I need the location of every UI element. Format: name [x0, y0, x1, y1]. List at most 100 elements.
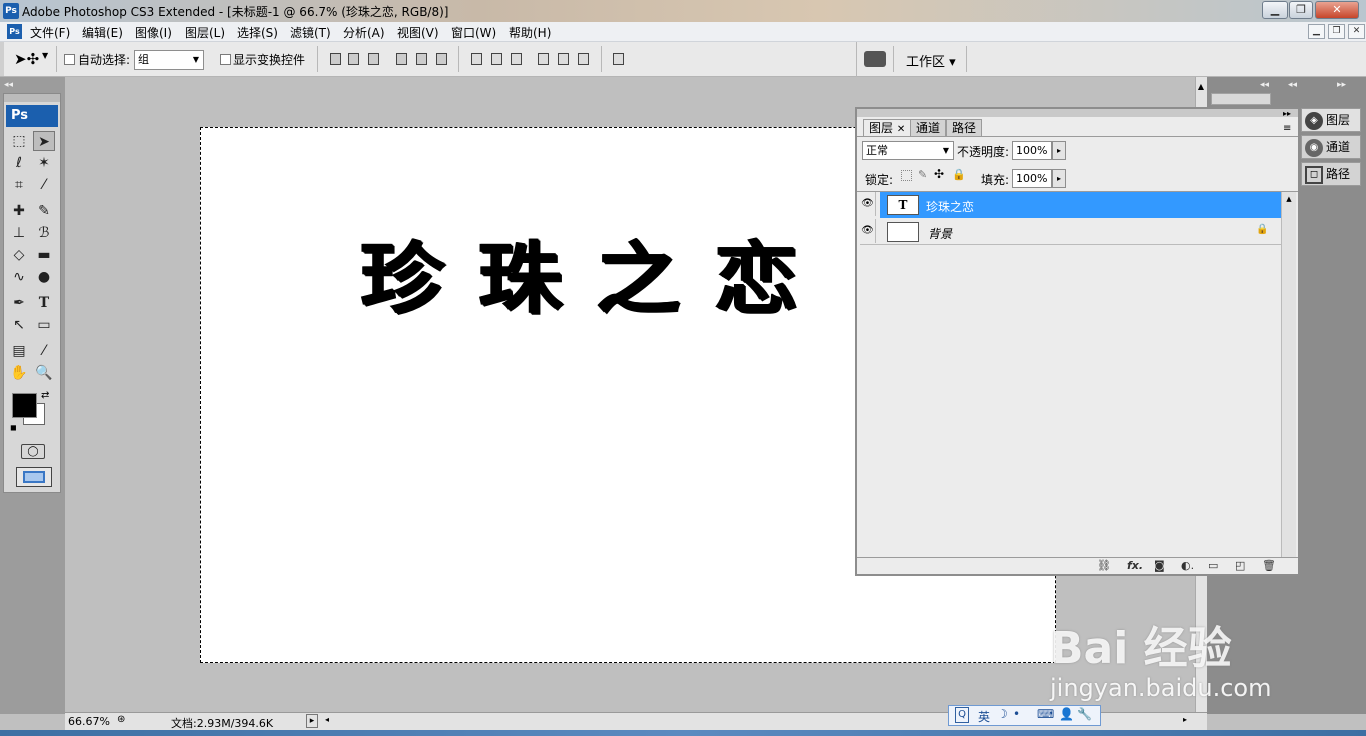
user-icon[interactable]: 👤: [1059, 707, 1074, 721]
doc-restore-button[interactable]: ❐: [1328, 24, 1345, 39]
foreground-color-swatch[interactable]: [12, 393, 37, 418]
collapse-arrows-icon[interactable]: ◂◂: [1260, 80, 1269, 90]
scroll-left-icon[interactable]: ◂: [325, 715, 329, 724]
type-tool-icon[interactable]: T: [33, 293, 55, 313]
keyboard-icon[interactable]: ⌨: [1037, 707, 1054, 721]
show-transform-checkbox[interactable]: [220, 54, 231, 65]
menu-layer[interactable]: 图层(L): [185, 24, 225, 41]
quick-mask-icon[interactable]: ◯: [21, 444, 45, 459]
collapse-arrows-icon[interactable]: ◂◂: [4, 80, 13, 90]
layer-name[interactable]: 珍珠之恋: [926, 198, 974, 215]
collapsed-panel-group[interactable]: [1211, 93, 1271, 105]
align-left-icon[interactable]: [396, 53, 407, 65]
panel-menu-icon[interactable]: ≡: [1283, 123, 1291, 134]
menu-file[interactable]: 文件(F): [30, 24, 70, 41]
close-button[interactable]: ✕: [1315, 1, 1359, 19]
new-group-icon[interactable]: ▭: [1208, 559, 1218, 572]
workspace-button[interactable]: 工作区 ▾: [906, 51, 956, 70]
hand-tool-icon[interactable]: ✋: [8, 363, 30, 383]
dock-paths-button[interactable]: ◻ 路径: [1301, 162, 1361, 186]
bridge-icon[interactable]: [864, 51, 886, 67]
menu-filter[interactable]: 滤镜(T): [290, 24, 331, 41]
align-vcenter-icon[interactable]: [348, 53, 359, 65]
distribute-right-icon[interactable]: [578, 53, 589, 65]
dodge-tool-icon[interactable]: ●: [33, 267, 55, 287]
menu-analysis[interactable]: 分析(A): [343, 24, 385, 41]
fill-input[interactable]: 100%: [1012, 169, 1052, 188]
menu-select[interactable]: 选择(S): [237, 24, 278, 41]
doc-close-button[interactable]: ✕: [1348, 24, 1365, 39]
zoom-level[interactable]: 66.67%: [68, 715, 110, 728]
lock-all-icon[interactable]: 🔒: [952, 168, 966, 181]
scroll-right-icon[interactable]: ▸: [1183, 715, 1187, 724]
panel-collapse-icon[interactable]: ▸▸: [1283, 109, 1291, 118]
layer-row-background[interactable]: 👁 背景 🔒: [860, 219, 1281, 245]
trash-icon[interactable]: 🗑: [1262, 559, 1276, 572]
history-brush-icon[interactable]: ℬ: [33, 223, 55, 243]
dock-channels-button[interactable]: ◉ 通道: [1301, 135, 1361, 159]
notes-tool-icon[interactable]: ▤: [8, 341, 30, 361]
distribute-bottom-icon[interactable]: [511, 53, 522, 65]
layer-name[interactable]: 背景: [928, 225, 952, 242]
align-bottom-icon[interactable]: [368, 53, 379, 65]
align-hcenter-icon[interactable]: [416, 53, 427, 65]
tab-layers[interactable]: 图层 ✕: [863, 119, 912, 137]
lock-transparent-icon[interactable]: [901, 170, 912, 181]
photoshop-logo[interactable]: Ps: [6, 105, 58, 127]
minimize-button[interactable]: ▁: [1262, 1, 1288, 19]
fill-slider-arrow-icon[interactable]: ▸: [1052, 169, 1066, 188]
document-icon[interactable]: Ps: [7, 24, 22, 39]
status-options-icon[interactable]: ⊛: [117, 714, 125, 725]
move-tool-preset-icon[interactable]: ➤✣: [14, 50, 39, 68]
auto-select-dropdown[interactable]: 组 ▼: [134, 50, 204, 70]
ime-logo-icon[interactable]: Q: [955, 707, 969, 723]
chevron-down-icon[interactable]: ▼: [42, 51, 48, 60]
zoom-tool-icon[interactable]: 🔍: [33, 363, 55, 383]
pen-tool-icon[interactable]: ✒: [8, 293, 30, 313]
opacity-input[interactable]: 100%: [1012, 141, 1052, 160]
fx-icon[interactable]: fx.: [1127, 559, 1143, 572]
expand-arrows-icon[interactable]: ▸▸: [1337, 80, 1346, 90]
menu-image[interactable]: 图像(I): [135, 24, 172, 41]
menu-edit[interactable]: 编辑(E): [82, 24, 123, 41]
shape-tool-icon[interactable]: ▭: [33, 315, 55, 335]
brush-tool-icon[interactable]: ✎: [33, 201, 55, 221]
maximize-button[interactable]: ❐: [1289, 1, 1313, 19]
clone-stamp-icon[interactable]: ⊥: [8, 223, 30, 243]
align-top-icon[interactable]: [330, 53, 341, 65]
doc-info[interactable]: 文档:2.93M/394.6K: [171, 715, 273, 731]
swap-colors-icon[interactable]: ⇄: [41, 390, 49, 401]
canvas-text-layer[interactable]: 珍珠之恋: [360, 217, 832, 328]
eyedropper-icon[interactable]: ⁄: [33, 341, 55, 361]
auto-select-checkbox[interactable]: [64, 54, 75, 65]
opacity-slider-arrow-icon[interactable]: ▸: [1052, 141, 1066, 160]
eye-icon[interactable]: 👁: [860, 219, 876, 243]
crop-tool-icon[interactable]: ⌗: [8, 175, 30, 195]
marquee-tool-icon[interactable]: ⬚: [8, 131, 30, 151]
distribute-vcenter-icon[interactable]: [491, 53, 502, 65]
half-width-moon-icon[interactable]: ☽: [997, 707, 1008, 721]
toolbox-header[interactable]: [4, 94, 60, 102]
scroll-up-icon[interactable]: ▲: [1195, 82, 1207, 91]
punctuation-icon[interactable]: •: [1013, 707, 1020, 721]
wrench-icon[interactable]: 🔧: [1077, 707, 1092, 721]
eraser-tool-icon[interactable]: ◇: [8, 245, 30, 265]
lock-position-icon[interactable]: ✣: [934, 167, 944, 181]
panel-title-bar[interactable]: [857, 109, 1298, 117]
ime-language[interactable]: 英: [978, 708, 990, 725]
lock-image-icon[interactable]: ✎: [918, 168, 927, 181]
layer-mask-icon[interactable]: ◙: [1154, 559, 1165, 572]
align-right-icon[interactable]: [436, 53, 447, 65]
doc-minimize-button[interactable]: ▁: [1308, 24, 1325, 39]
status-menu-arrow-icon[interactable]: ▸: [306, 714, 318, 728]
gradient-tool-icon[interactable]: ▬: [33, 245, 55, 265]
distribute-hcenter-icon[interactable]: [558, 53, 569, 65]
distribute-top-icon[interactable]: [471, 53, 482, 65]
default-colors-icon[interactable]: ◼: [10, 423, 17, 432]
auto-align-icon[interactable]: [613, 53, 624, 65]
tab-paths[interactable]: 路径: [946, 119, 983, 137]
screen-mode-icon[interactable]: [16, 467, 52, 487]
slice-tool-icon[interactable]: ⁄: [33, 175, 55, 195]
link-layers-icon[interactable]: ⛓: [1097, 559, 1111, 572]
move-tool-icon[interactable]: ➤: [33, 131, 55, 151]
